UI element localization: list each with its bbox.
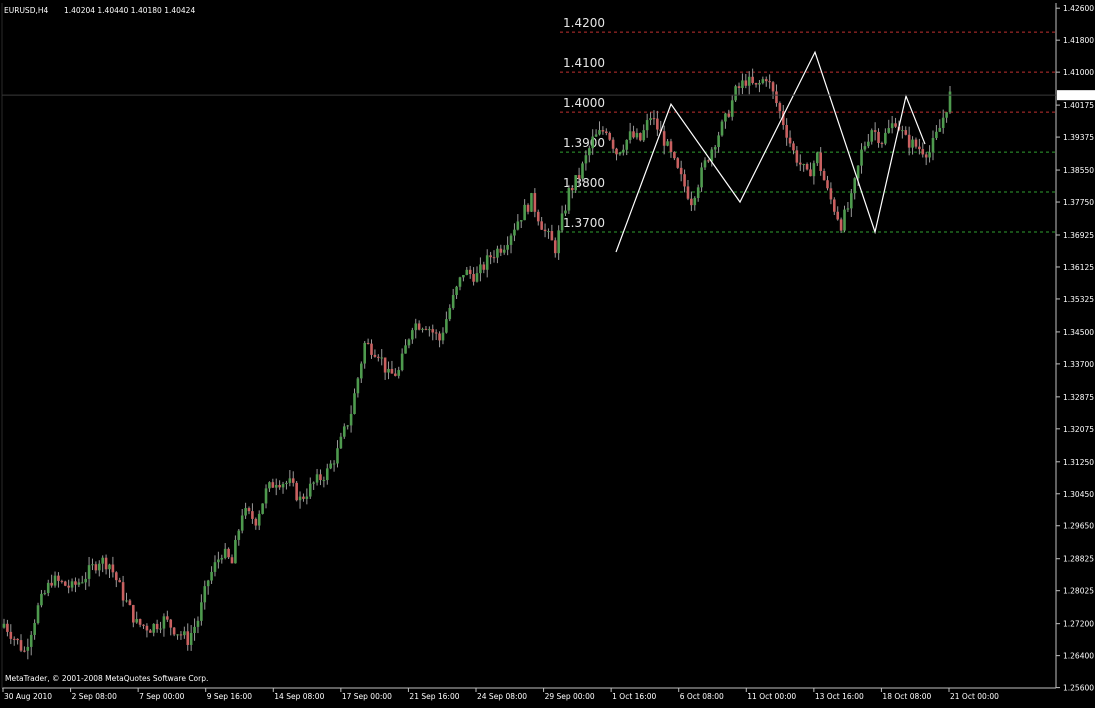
time-tick-label: 7 Sep 00:00 (139, 692, 185, 701)
time-tick-label: 18 Oct 08:00 (882, 692, 931, 701)
price-tick-label: 1.41800 (1063, 36, 1094, 45)
time-tick-label: 30 Aug 2010 (4, 692, 52, 701)
time-tick-label: 17 Sep 00:00 (342, 692, 392, 701)
price-tick-label: 1.27200 (1063, 620, 1094, 629)
price-tick-label: 1.28025 (1063, 587, 1094, 596)
price-tick-label: 1.29650 (1063, 522, 1094, 531)
copyright-text: MetaTrader, © 2001-2008 MetaQuotes Softw… (5, 674, 208, 683)
price-chart[interactable]: 1.42001.41001.40001.39001.38001.3700 1.4… (0, 0, 1095, 704)
candle (676, 157, 680, 169)
price-tick-label: 1.35325 (1063, 295, 1094, 304)
price-tick-label: 1.39375 (1063, 133, 1094, 142)
price-tick-label: 1.33700 (1063, 360, 1094, 369)
candle (530, 192, 533, 212)
price-tick-label: 1.41000 (1063, 68, 1094, 77)
price-tick-label: 1.32875 (1063, 393, 1094, 402)
price-tick-label: 1.34500 (1063, 328, 1094, 337)
candle (36, 602, 40, 625)
time-tick-label: 1 Oct 16:00 (612, 692, 656, 701)
candle (639, 132, 642, 142)
symbol-label: EURUSD,H4 (4, 6, 48, 15)
price-tick-label: 1.31250 (1063, 458, 1094, 467)
price-tick-label: 1.28825 (1063, 555, 1094, 564)
level-label-1.4200: 1.4200 (563, 16, 605, 30)
time-tick-label: 13 Oct 16:00 (815, 692, 864, 701)
level-label-1.3700: 1.3700 (563, 216, 605, 230)
time-tick-label: 24 Sep 08:00 (477, 692, 527, 701)
price-tick-label: 1.26400 (1063, 652, 1094, 661)
candle (843, 205, 846, 233)
time-tick-label: 29 Sep 00:00 (545, 692, 595, 701)
time-tick-label: 21 Oct 00:00 (950, 692, 999, 701)
time-tick-label: 6 Oct 08:00 (680, 692, 724, 701)
price-tick-label: 1.38550 (1063, 166, 1094, 175)
candle (720, 119, 724, 137)
price-tick-label: 1.30450 (1063, 490, 1094, 499)
candle (295, 481, 298, 502)
level-label-1.4100: 1.4100 (563, 56, 605, 70)
price-tick-label: 1.32075 (1063, 425, 1094, 434)
price-tick-label: 1.42600 (1063, 4, 1094, 13)
candle (63, 580, 67, 587)
price-tick-label: 1.36125 (1063, 263, 1094, 272)
candle (734, 84, 737, 102)
current-price-label: 1.40424 (1063, 91, 1094, 100)
chart-window[interactable]: 1.4200 1.4100 1.4000 1.3900 1.3800 1.3700 1.4… (0, 0, 1095, 704)
price-tick-label: 1.40175 (1063, 101, 1094, 110)
time-tick-label: 2 Sep 08:00 (72, 692, 118, 701)
chart-background (0, 0, 1095, 704)
level-label-1.4000: 1.4000 (563, 96, 605, 110)
time-tick-label: 14 Sep 08:00 (274, 692, 324, 701)
time-tick-label: 21 Sep 16:00 (409, 692, 459, 701)
time-tick-label: 11 Oct 00:00 (747, 692, 796, 701)
level-label-1.3900: 1.3900 (563, 136, 605, 150)
candle (261, 503, 264, 515)
price-tick-label: 1.25600 (1063, 684, 1094, 693)
price-tick-label: 1.36925 (1063, 231, 1094, 240)
candle (567, 184, 571, 214)
price-tick-label: 1.37750 (1063, 198, 1094, 207)
ohlc-values: 1.40204 1.40440 1.40180 1.40424 (64, 6, 195, 15)
time-tick-label: 9 Sep 16:00 (207, 692, 253, 701)
